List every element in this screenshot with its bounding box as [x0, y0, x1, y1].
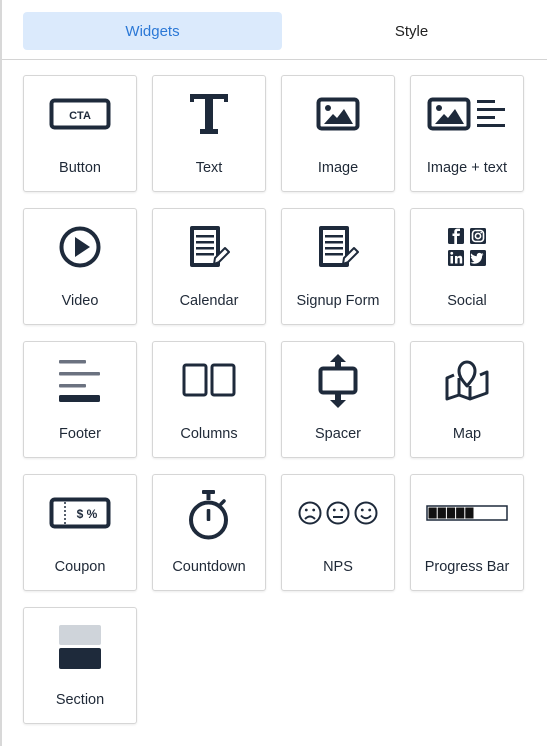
neutral-face-icon [326, 501, 350, 525]
widget-label: Text [195, 160, 223, 176]
widget-nps[interactable]: NPS [281, 474, 395, 591]
map-pin-icon [411, 358, 523, 402]
widget-label: Progress Bar [424, 559, 510, 575]
widget-social[interactable]: Social [410, 208, 524, 325]
widget-footer[interactable]: Footer [23, 341, 137, 458]
play-circle-icon [24, 225, 136, 269]
progress-segment [446, 507, 456, 519]
widget-countdown[interactable]: Countdown [152, 474, 266, 591]
widget-label: NPS [323, 559, 353, 575]
faces-icon [282, 491, 394, 535]
widget-image-text[interactable]: Image + text [410, 75, 524, 192]
widget-label: Section [55, 692, 105, 708]
widget-text[interactable]: Text [152, 75, 266, 192]
panel-tabs: Widgets Style [23, 12, 543, 50]
widget-label: Image + text [426, 160, 508, 176]
columns-icon [153, 358, 265, 402]
widget-video[interactable]: Video [23, 208, 137, 325]
sad-face-icon [298, 501, 322, 525]
widget-label: Columns [180, 426, 238, 442]
progress-bar-icon [411, 491, 523, 535]
document-pen-icon [282, 225, 394, 269]
text-t-icon [153, 92, 265, 136]
document-pen-icon [153, 225, 265, 269]
tab-style[interactable]: Style [282, 12, 541, 50]
progress-segment [465, 507, 474, 519]
widget-image[interactable]: Image [281, 75, 395, 192]
tab-widgets[interactable]: Widgets [23, 12, 282, 50]
widget-spacer[interactable]: Spacer [281, 341, 395, 458]
instagram-icon [470, 228, 486, 244]
spacer-arrows-icon [282, 354, 394, 408]
progress-segment [428, 507, 437, 519]
widget-progress-bar[interactable]: Progress Bar [410, 474, 524, 591]
widget-label: Footer [59, 426, 101, 442]
panel-left-border [0, 0, 2, 746]
stopwatch-icon [153, 489, 265, 541]
widget-signup-form[interactable]: Signup Form [281, 208, 395, 325]
coupon-ticket-icon: $ % [24, 491, 136, 535]
tabs-divider [2, 59, 547, 60]
widget-label: Coupon [54, 559, 106, 575]
coupon-icon-text: $ % [77, 507, 98, 521]
linkedin-icon [448, 250, 464, 266]
progress-segment [437, 507, 446, 519]
cta-button-icon: CTA [24, 92, 136, 136]
widget-label: Image [317, 160, 359, 176]
widget-label: Social [447, 293, 487, 309]
progress-segment [456, 507, 465, 519]
widget-columns[interactable]: Columns [152, 341, 266, 458]
widget-label: Video [61, 293, 99, 309]
widget-label: Countdown [172, 559, 246, 575]
image-text-icon [411, 92, 523, 136]
widget-label: Button [59, 160, 101, 176]
widget-label: Spacer [315, 426, 361, 442]
widget-map[interactable]: Map [410, 341, 524, 458]
footer-lines-icon [24, 358, 136, 402]
twitter-icon [470, 250, 486, 266]
section-blocks-icon [24, 622, 136, 672]
cta-icon-text: CTA [69, 110, 91, 122]
widget-section[interactable]: Section [23, 607, 137, 724]
widget-label: Signup Form [296, 293, 380, 309]
widget-button[interactable]: CTA Button [23, 75, 137, 192]
image-icon [282, 92, 394, 136]
widget-label: Map [452, 426, 482, 442]
social-icons-grid [411, 225, 523, 269]
happy-face-icon [354, 501, 378, 525]
facebook-icon [448, 228, 464, 244]
widget-calendar[interactable]: Calendar [152, 208, 266, 325]
widget-coupon[interactable]: $ % Coupon [23, 474, 137, 591]
widget-label: Calendar [179, 293, 239, 309]
